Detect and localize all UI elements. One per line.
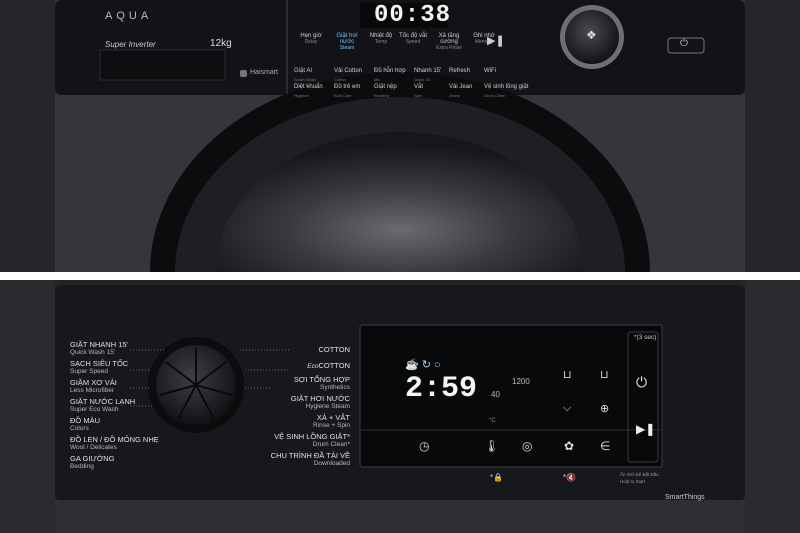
program-bedding[interactable]: Giặt nệp Bedding [374,75,397,98]
option-speed[interactable]: Tốc độ vắt Speed [398,33,428,45]
display-status-icons: ☕ ↻ ○ [405,359,441,371]
display-temp-unit: °C [489,418,496,424]
wifi-icon[interactable]: ∈ [600,439,610,453]
top-program-row-2: Diệt khuẩn Hygiene Đồ trẻ em Kids Care Giặ… [294,75,544,98]
top-power-icon[interactable]: ⏻ [680,38,688,49]
haismart-icon [240,70,247,77]
display-temp-value: 40 [491,390,500,399]
program-synthetics[interactable]: SỢI TỔNG HỢP Synthetics [250,375,350,394]
option-extra-rinse[interactable]: Xả tăng cường Extra Rinse [430,33,468,51]
start-note-vi: Ấn Giữ Để Bắt Đầu [620,472,659,477]
display-spin-value: 1200 [512,377,530,386]
power-button-icon[interactable]: ⏻ [636,374,647,391]
temperature-icon[interactable]: 🌡 [484,439,499,453]
program-dial[interactable] [148,337,244,433]
program-kids[interactable]: Đồ trẻ em Kids Care [334,75,360,98]
program-hygiene[interactable]: Diệt khuẩn Hygiene [294,75,323,98]
program-rinse-spin[interactable]: XẢ + VẮT Rinse + Spin [250,413,350,432]
program-spin[interactable]: Vắt Spin [414,75,423,98]
option-temp[interactable]: Nhiệt độ Temp [366,33,396,45]
top-start-pause-icon[interactable]: ▶❚ [487,34,505,47]
prewash-icon[interactable]: ⊔ [563,368,572,381]
option-steam[interactable]: Giặt hơi nước Steam [330,33,364,51]
hold-3sec-note: *(3 sec) [634,334,657,341]
wash-icon[interactable]: ⊔ [600,368,609,381]
options-icon[interactable]: ✿ [564,439,574,453]
spin-icon[interactable]: ◎ [522,439,532,453]
program-eco-cotton[interactable]: EcoCOTTON [250,361,350,375]
program-cotton-bottom[interactable]: COTTON [250,345,350,361]
brand-logo: AQUA [105,10,153,22]
start-note-en: Hold to Start [620,479,646,484]
delay-clock-icon[interactable]: ◷ [419,439,429,453]
washer-top-photo: AQUA Super Inverter 12kg Haismart 00:38 … [0,0,800,272]
washer-bottom-photo: GIẶT NHANH 15' Quick Wash 15' SẠCH SIÊU … [0,280,800,533]
program-hygiene-steam[interactable]: GIẶT HƠI NƯỚC Hygiene Steam [250,394,350,413]
right-program-list: COTTON EcoCOTTON SỢI TỔNG HỢP Synthetics… [250,345,350,470]
mute-label[interactable]: *🔇 [563,473,576,482]
top-display-time: 00:38 [374,2,452,29]
program-jeans[interactable]: Vải Jean Jeans [449,75,472,98]
smartthings-label: SmartThings [665,494,705,501]
capacity-label: 12kg [210,38,232,49]
top-option-row: Hẹn giờ Delay Giặt hơi nước Steam Nhiệt … [294,33,504,55]
program-bedding-bottom[interactable]: GA GIƯỜNG Bedding [70,454,180,473]
series-label: Super Inverter [105,40,156,49]
child-lock-label[interactable]: *🔒 [490,473,503,482]
bottom-display-time: 2:59 [405,372,478,406]
program-downloaded[interactable]: CHU TRÌNH ĐÃ TẢI VỀ Downloaded [250,451,350,470]
knob-grid-icon: ❖ [586,28,597,42]
top-program-row-1: Giặt AI Smart Wash Vải Cotton Cotton Đồ hỗ… [294,59,544,82]
program-drum-clean[interactable]: Vệ sinh lồng giặt Drum Clean [484,75,528,98]
steam-icon[interactable]: ⊕ [600,402,609,415]
start-pause-icon[interactable]: ▶❚ [636,422,655,436]
program-wool[interactable]: ĐỒ LEN / ĐỒ MỎNG NHẸ Wool / Delicates [70,435,180,454]
option-delay[interactable]: Hẹn giờ Delay [294,33,328,45]
rinse-icon[interactable]: ⌵ [563,402,571,415]
photo-divider [0,272,800,280]
haismart-label: Haismart [250,69,279,76]
program-drum-clean-bottom[interactable]: VỆ SINH LỒNG GIẶT* Drum Clean* [250,432,350,451]
